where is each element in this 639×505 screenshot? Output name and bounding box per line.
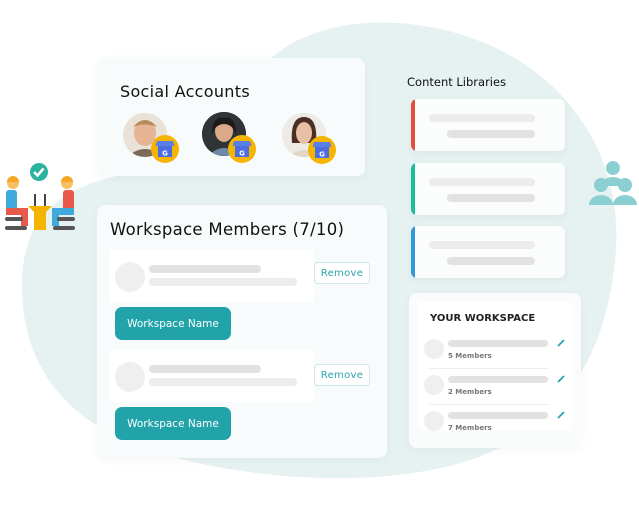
library-accent-bar: [411, 99, 415, 151]
member-name-placeholder: [149, 265, 261, 273]
workspace-name-placeholder: [448, 412, 548, 419]
workspace-name-placeholder: [448, 340, 548, 347]
member-row: [109, 350, 314, 402]
svg-text:G: G: [239, 150, 245, 158]
your-workspace-card: YOUR WORKSPACE 5 Members 2 Members 7 Mem…: [409, 293, 581, 448]
member-avatar-placeholder: [115, 262, 145, 292]
edit-pencil-icon[interactable]: [556, 374, 566, 384]
google-my-business-badge: G: [228, 135, 256, 163]
workspace-member-count: 5 Members: [448, 352, 492, 360]
member-email-placeholder: [149, 378, 297, 386]
divider: [429, 404, 549, 405]
library-title-placeholder: [429, 114, 535, 122]
content-library-item[interactable]: [411, 99, 565, 151]
group-users-icon: [589, 161, 637, 205]
svg-text:G: G: [162, 150, 168, 158]
remove-member-button[interactable]: Remove: [314, 262, 370, 284]
member-name-placeholder: [149, 365, 261, 373]
team-meeting-icon: [5, 163, 75, 230]
remove-member-button[interactable]: Remove: [314, 364, 370, 386]
library-subtitle-placeholder: [447, 130, 535, 138]
svg-text:G: G: [319, 151, 325, 159]
content-libraries-title: Content Libraries: [407, 75, 507, 89]
workspace-name-button[interactable]: Workspace Name: [115, 307, 231, 340]
edit-pencil-icon[interactable]: [556, 338, 566, 348]
library-title-placeholder: [429, 241, 535, 249]
member-row: [109, 250, 314, 302]
workspace-avatar-placeholder: [424, 339, 444, 359]
member-email-placeholder: [149, 278, 297, 286]
workspace-name-button[interactable]: Workspace Name: [115, 407, 231, 440]
google-my-business-icon: G: [155, 141, 175, 158]
google-my-business-badge: G: [308, 136, 336, 164]
library-subtitle-placeholder: [447, 257, 535, 265]
content-library-item[interactable]: [411, 163, 565, 215]
social-accounts-title: Social Accounts: [120, 82, 250, 101]
workspace-members-title: Workspace Members (7/10): [110, 220, 345, 239]
library-accent-bar: [411, 226, 415, 278]
library-accent-bar: [411, 163, 415, 215]
workspace-avatar-placeholder: [424, 375, 444, 395]
google-my-business-icon: G: [232, 141, 252, 158]
library-title-placeholder: [429, 178, 535, 186]
google-my-business-icon: G: [312, 142, 332, 159]
your-workspace-title: YOUR WORKSPACE: [430, 313, 536, 324]
member-avatar-placeholder: [115, 362, 145, 392]
divider: [429, 368, 549, 369]
workspace-name-placeholder: [448, 376, 548, 383]
social-accounts-card: Social Accounts G G G: [97, 58, 365, 176]
edit-pencil-icon[interactable]: [556, 410, 566, 420]
library-subtitle-placeholder: [447, 194, 535, 202]
workspace-member-count: 7 Members: [448, 424, 492, 432]
google-my-business-badge: G: [151, 135, 179, 163]
your-workspace-panel: YOUR WORKSPACE 5 Members 2 Members 7 Mem…: [419, 302, 572, 432]
workspace-member-count: 2 Members: [448, 388, 492, 396]
workspace-avatar-placeholder: [424, 411, 444, 431]
workspace-members-card: Workspace Members (7/10) Remove Workspac…: [97, 205, 387, 458]
content-library-item[interactable]: [411, 226, 565, 278]
